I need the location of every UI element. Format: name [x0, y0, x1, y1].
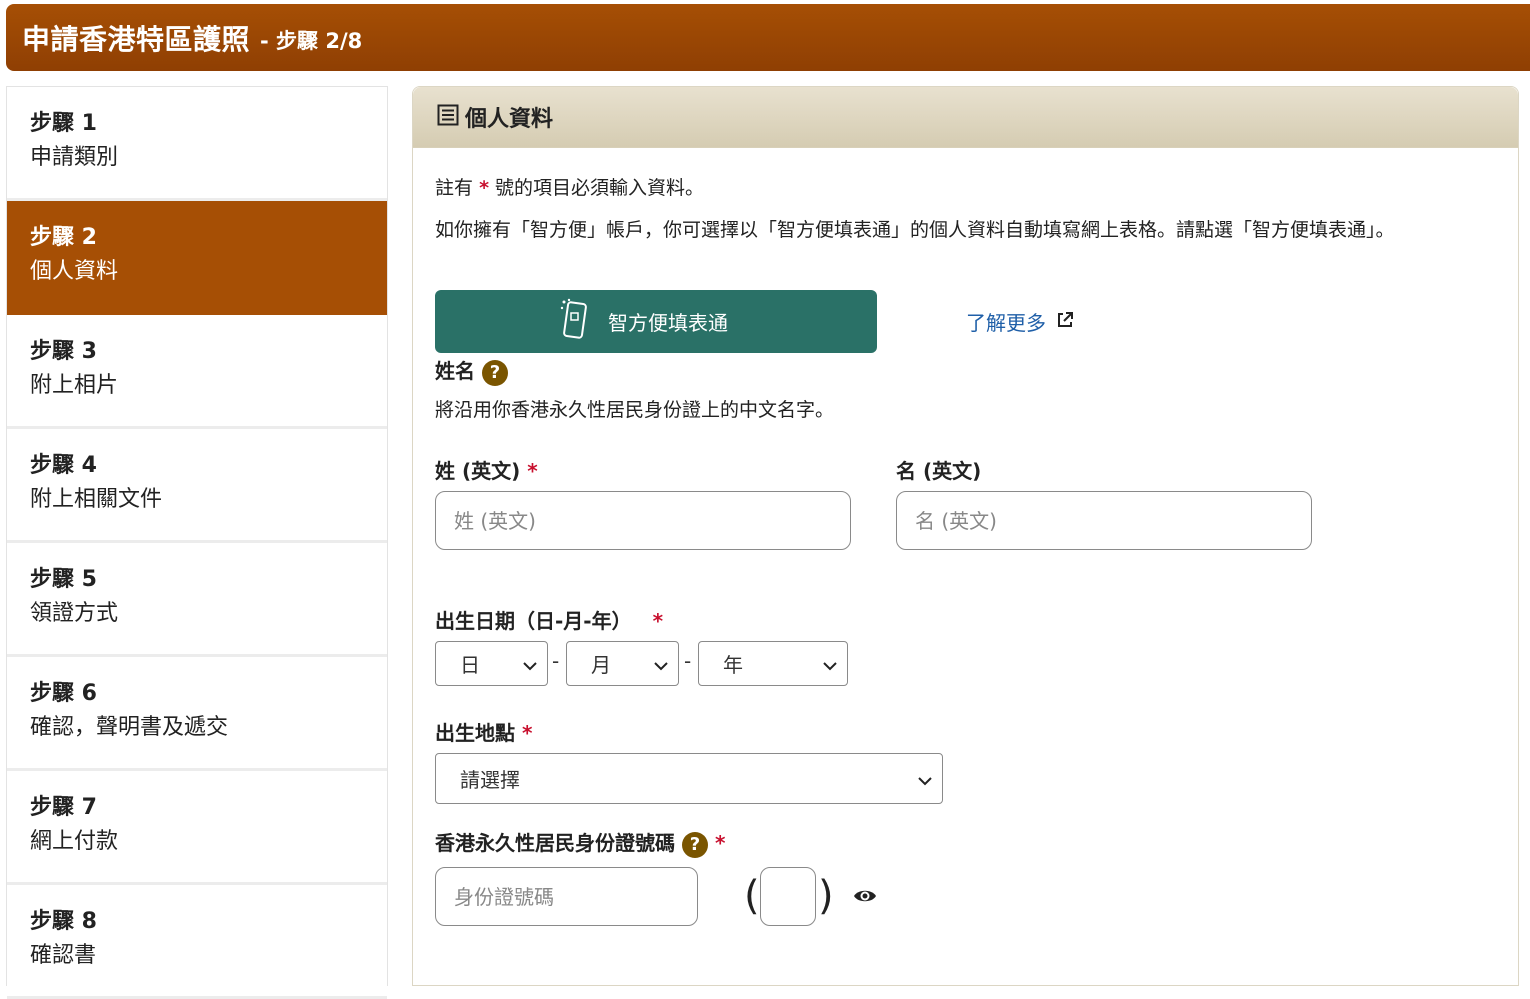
sidebar-step-number: 步驟 7	[30, 795, 97, 820]
dob-label-text: 出生日期（日-月-年）	[435, 609, 632, 633]
required-star: *	[527, 459, 538, 483]
required-star: *	[714, 831, 726, 855]
dob-separator: -	[552, 649, 560, 673]
name-section-label: 姓名 ?	[435, 355, 508, 386]
required-star: *	[652, 609, 664, 633]
page-header: 申請香港特區護照 - 步驟 2/8	[6, 4, 1530, 71]
sidebar-step-number: 步驟 8	[30, 909, 97, 934]
panel-header: 個人資料	[413, 87, 1518, 148]
sidebar-step-label: 領證方式	[30, 601, 119, 626]
given-name-label: 名 (英文)	[896, 459, 982, 483]
chevron-down-icon	[918, 767, 932, 791]
hkid-check-digit-input[interactable]	[760, 867, 816, 926]
sidebar-item-step-2[interactable]: 步驟 2 個人資料	[7, 201, 387, 315]
name-label: 姓名	[435, 359, 475, 383]
sidebar-step-number: 步驟 1	[30, 111, 97, 136]
step-sidebar: 步驟 1 申請類別 步驟 2 個人資料 步驟 3 附上相片 步驟 4 附上相關文…	[6, 86, 388, 999]
external-link-icon	[1056, 310, 1074, 334]
mobile-phone-icon	[560, 297, 590, 346]
sidebar-step-label: 網上付款	[30, 829, 119, 854]
help-question-icon[interactable]: ?	[681, 831, 708, 858]
sidebar-item-step-8[interactable]: 步驟 8 確認書	[7, 885, 387, 999]
chevron-down-icon	[523, 652, 537, 676]
learn-more-label: 了解更多	[966, 311, 1046, 335]
learn-more-link[interactable]: 了解更多	[966, 307, 1074, 336]
sidebar-item-step-3[interactable]: 步驟 3 附上相片	[7, 315, 387, 429]
dob-label: 出生日期（日-月-年） *	[435, 605, 663, 634]
sidebar-step-label: 附上相關文件	[30, 487, 163, 512]
pob-label-text: 出生地點	[435, 721, 515, 745]
sidebar-step-number: 步驟 5	[30, 567, 97, 592]
sidebar-step-label: 申請類別	[30, 145, 119, 170]
dob-year-value: 年	[723, 653, 743, 677]
required-note: 註有 * 號的項目必須輸入資料。	[435, 173, 704, 200]
pob-select[interactable]: 請選擇	[435, 753, 943, 804]
sidebar-item-step-4[interactable]: 步驟 4 附上相關文件	[7, 429, 387, 543]
required-note-prefix: 註有	[435, 177, 474, 199]
chevron-down-icon	[654, 652, 668, 676]
hkid-number-input[interactable]	[435, 867, 698, 926]
sidebar-item-step-6[interactable]: 步驟 6 確認，聲明書及遞交	[7, 657, 387, 771]
sidebar-item-step-5[interactable]: 步驟 5 領證方式	[7, 543, 387, 657]
surname-input[interactable]	[435, 491, 851, 550]
hkid-open-paren: (	[744, 873, 760, 919]
sidebar-item-step-1[interactable]: 步驟 1 申請類別	[7, 87, 387, 201]
iam-smart-button[interactable]: 智方便填表通	[435, 290, 877, 353]
required-star: *	[479, 177, 489, 199]
surname-label-text: 姓 (英文)	[435, 459, 521, 483]
dob-year-select[interactable]: 年	[698, 641, 848, 686]
pob-label: 出生地點 *	[435, 717, 532, 746]
dob-separator: -	[684, 649, 692, 673]
sidebar-step-label: 個人資料	[30, 259, 119, 284]
panel-title: 個人資料	[465, 107, 554, 132]
dob-month-select[interactable]: 月	[566, 641, 679, 686]
iam-smart-note: 如你擁有「智方便」帳戶，你可選擇以「智方便填表通」的個人資料自動填寫網上表格。請…	[435, 219, 1395, 241]
sidebar-item-step-7[interactable]: 步驟 7 網上付款	[7, 771, 387, 885]
sidebar-step-label: 附上相片	[30, 373, 119, 398]
dob-day-select[interactable]: 日	[435, 641, 548, 686]
dob-month-value: 月	[591, 653, 611, 677]
chevron-down-icon	[823, 652, 837, 676]
hkid-label: 香港永久性居民身份證號碼 ? *	[435, 827, 725, 858]
name-hint: 將沿用你香港永久性居民身份證上的中文名字。	[435, 399, 835, 421]
hkid-close-paren: )	[818, 873, 834, 919]
pob-selected-value: 請選擇	[460, 768, 520, 792]
sidebar-step-number: 步驟 3	[30, 339, 97, 364]
sidebar-step-label: 確認書	[30, 943, 97, 968]
hkid-label-text: 香港永久性居民身份證號碼	[435, 831, 675, 855]
sidebar-step-label: 確認，聲明書及遞交	[30, 715, 229, 740]
sidebar-step-number: 步驟 6	[30, 681, 97, 706]
step-indicator: - 步驟 2/8	[260, 28, 363, 53]
personal-info-panel: 個人資料 註有 * 號的項目必須輸入資料。 如你擁有「智方便」帳戶，你可選擇以「…	[412, 86, 1519, 986]
required-note-suffix: 號的項目必須輸入資料。	[495, 177, 705, 199]
form-list-icon	[437, 104, 459, 130]
eye-icon[interactable]	[853, 887, 877, 909]
given-name-input[interactable]	[896, 491, 1312, 550]
required-star: *	[521, 721, 533, 745]
help-question-icon[interactable]: ?	[481, 359, 508, 386]
page-title: 申請香港特區護照	[22, 22, 251, 56]
surname-label: 姓 (英文) *	[435, 455, 538, 484]
sidebar-step-number: 步驟 2	[30, 225, 97, 250]
iam-smart-button-label: 智方便填表通	[608, 311, 728, 335]
sidebar-step-number: 步驟 4	[30, 453, 97, 478]
dob-day-value: 日	[460, 653, 480, 677]
